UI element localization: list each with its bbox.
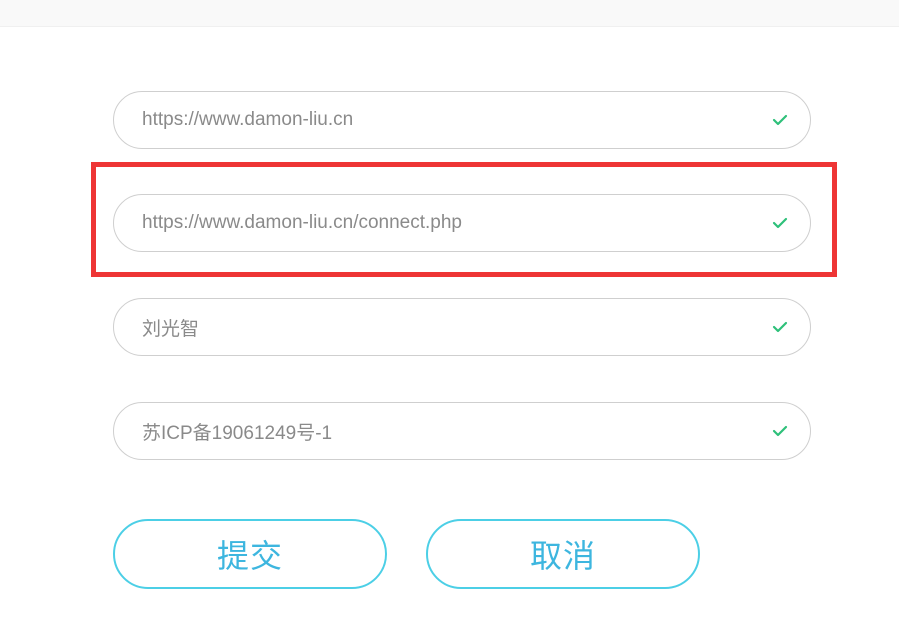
- check-icon: [772, 215, 788, 231]
- check-icon: [772, 319, 788, 335]
- check-icon: [772, 423, 788, 439]
- icp-number-field[interactable]: 苏ICP备19061249号-1: [113, 402, 811, 460]
- site-url-field[interactable]: https://www.damon-liu.cn: [113, 91, 811, 149]
- check-icon: [772, 112, 788, 128]
- callback-url-value: https://www.damon-liu.cn/connect.php: [142, 212, 463, 233]
- site-url-value: https://www.damon-liu.cn: [142, 109, 354, 130]
- callback-url-field[interactable]: https://www.damon-liu.cn/connect.php: [113, 194, 811, 252]
- cancel-button[interactable]: 取消: [426, 519, 700, 589]
- icp-number-value: 苏ICP备19061249号-1: [142, 422, 333, 444]
- owner-name-field[interactable]: 刘光智: [113, 298, 811, 356]
- owner-name-value: 刘光智: [142, 318, 200, 340]
- top-bar: [0, 0, 899, 27]
- page: https://www.damon-liu.cn https://www.dam…: [0, 0, 899, 637]
- submit-button[interactable]: 提交: [113, 519, 387, 589]
